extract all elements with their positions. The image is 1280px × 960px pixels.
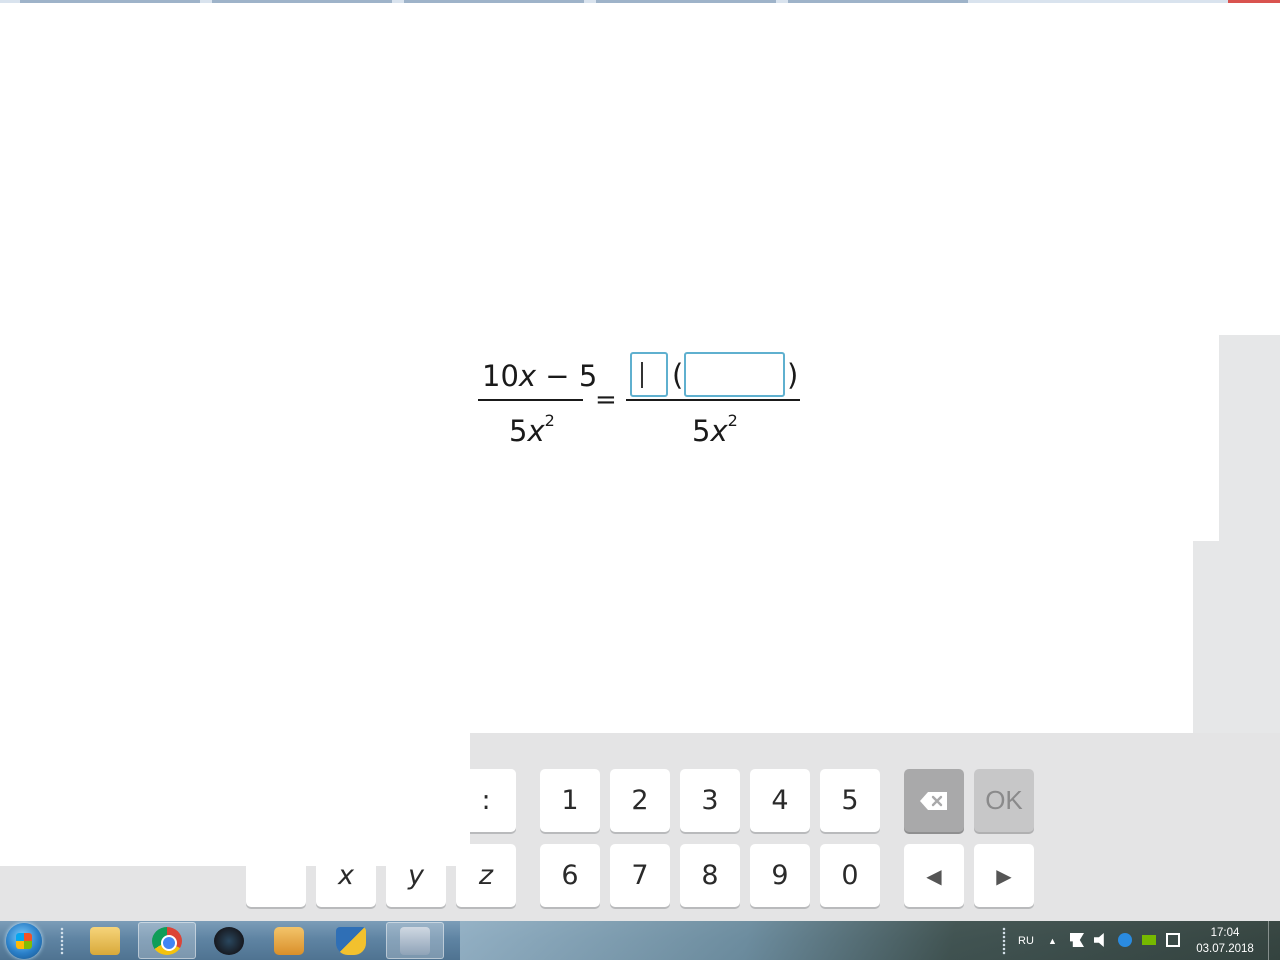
factor-input-box[interactable] [630,352,668,397]
background-window-edge [0,0,1280,3]
chrome-icon [152,926,182,955]
lhs-numerator: 10x − 5 [482,359,598,393]
shield-icon [336,926,366,955]
network-icon[interactable] [1166,933,1180,947]
key-7[interactable]: 7 [610,844,670,907]
bracket-input-box[interactable] [684,352,785,397]
screen: 10x − 5 5x2 = ( ) 5x2 : 1 2 3 4 5 OK x [0,0,1280,960]
start-orb-icon[interactable] [6,923,42,959]
file-explorer-button[interactable] [76,922,134,959]
rhs-denominator: 5x2 [692,411,738,448]
show-hidden-icons-icon[interactable]: ▲ [1048,921,1057,960]
key-8[interactable]: 8 [680,844,740,907]
shield-app-button[interactable] [322,922,380,959]
open-paren: ( [672,358,684,392]
media-player-icon [274,926,304,955]
overlay-panel [0,733,470,866]
folder-icon [90,926,120,955]
wallpaper-strip [460,921,1280,960]
background-panel [1219,335,1280,541]
calculator-button[interactable] [386,922,444,959]
key-9[interactable]: 9 [750,844,810,907]
steam-button[interactable] [200,922,258,959]
system-clock[interactable]: 17:04 03.07.2018 [1190,925,1260,957]
nvidia-icon[interactable] [1142,935,1156,945]
key-0[interactable]: 0 [820,844,880,907]
equation: 10x − 5 5x2 = ( ) 5x2 [470,345,810,455]
cursor-right-key[interactable]: ▶ [974,844,1034,907]
backspace-icon [920,791,947,810]
calculator-icon [400,926,430,955]
lhs-denominator: 5x2 [509,411,555,448]
language-indicator[interactable]: RU [1018,921,1034,960]
clock-date: 03.07.2018 [1196,943,1254,955]
equals-sign: = [595,385,617,415]
windows-taskbar: RU ▲ 17:04 03.07.2018 [0,921,1280,960]
backspace-key[interactable] [904,769,964,832]
key-2[interactable]: 2 [610,769,670,832]
show-desktop-button[interactable] [1268,921,1280,960]
media-player-button[interactable] [260,922,318,959]
rhs-fraction-bar [626,399,800,401]
lhs-fraction-bar [478,399,583,401]
key-4[interactable]: 4 [750,769,810,832]
tray-grip [1002,927,1006,955]
text-caret [641,362,643,388]
browser-tray-icon[interactable] [1118,933,1132,947]
chrome-button[interactable] [138,922,196,959]
background-panel [1193,541,1280,733]
steam-icon [214,926,244,955]
clock-time: 17:04 [1210,927,1240,939]
key-5[interactable]: 5 [820,769,880,832]
ok-button[interactable]: OK [974,769,1034,832]
cursor-left-key[interactable]: ◀ [904,844,964,907]
taskbar-grip [60,927,64,955]
key-6[interactable]: 6 [540,844,600,907]
key-3[interactable]: 3 [680,769,740,832]
key-1[interactable]: 1 [540,769,600,832]
close-paren: ) [787,358,799,392]
